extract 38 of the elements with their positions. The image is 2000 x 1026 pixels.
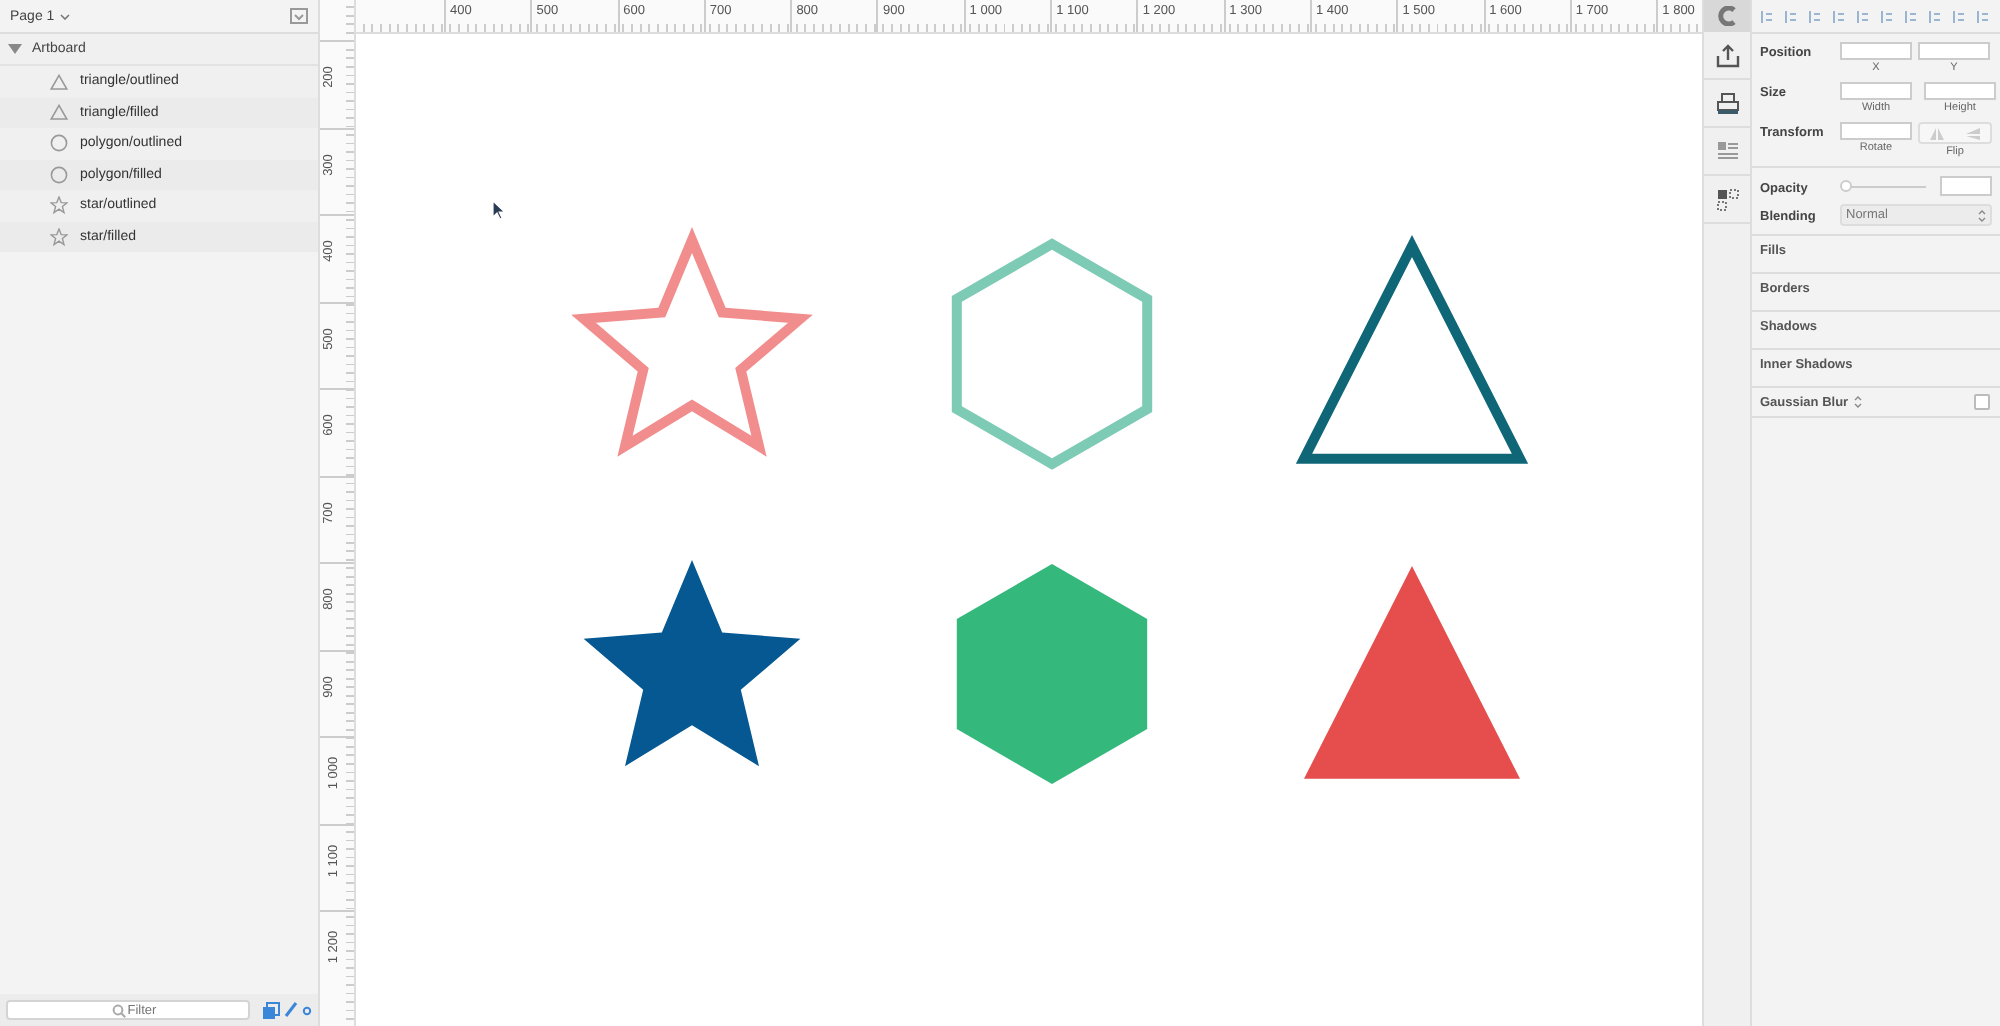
- grid-icon[interactable]: [1715, 187, 1739, 211]
- export-icon[interactable]: [1715, 43, 1739, 67]
- gear-icon[interactable]: [302, 1005, 312, 1015]
- size-field[interactable]: [1840, 82, 1912, 100]
- copy-icon[interactable]: [262, 1001, 280, 1019]
- blur-checkbox[interactable]: [1974, 394, 1990, 410]
- list-icon[interactable]: [1715, 139, 1739, 163]
- align-icon[interactable]: [1784, 9, 1798, 23]
- align-icon[interactable]: [1808, 9, 1822, 23]
- chevron-down-icon[interactable]: [60, 13, 71, 19]
- align-icon[interactable]: [1976, 9, 1990, 23]
- search-icon: [112, 1003, 126, 1017]
- align-icon[interactable]: [1928, 9, 1942, 23]
- rotate-field[interactable]: [1840, 122, 1912, 140]
- updown-icon: [1978, 209, 1986, 221]
- slider-thumb[interactable]: [1840, 179, 1852, 191]
- opacity-slider[interactable]: [1840, 178, 1926, 194]
- star-icon: [50, 196, 68, 215]
- size-field[interactable]: [1924, 82, 1996, 100]
- align-icon[interactable]: [1760, 9, 1774, 23]
- align-icon[interactable]: [1832, 9, 1846, 23]
- position-field[interactable]: [1840, 42, 1912, 60]
- position-field[interactable]: [1918, 42, 1990, 60]
- cursor-icon: [492, 200, 506, 220]
- pen-icon[interactable]: [284, 1002, 298, 1018]
- opacity-field[interactable]: [1940, 176, 1992, 196]
- printer-icon[interactable]: [1715, 91, 1739, 115]
- align-icon[interactable]: [1904, 9, 1918, 23]
- updown-icon: [1854, 396, 1863, 408]
- flip-vertical-icon: [1965, 127, 1980, 139]
- disclosure-icon[interactable]: [8, 44, 22, 54]
- star-icon: [50, 227, 68, 246]
- align-icon[interactable]: [1856, 9, 1870, 23]
- flip-horizontal-icon: [1930, 127, 1945, 139]
- align-icon[interactable]: [1952, 9, 1966, 23]
- align-icon[interactable]: [1880, 9, 1894, 23]
- collapse-icon[interactable]: [290, 8, 308, 24]
- c-shape-icon[interactable]: [1717, 6, 1737, 26]
